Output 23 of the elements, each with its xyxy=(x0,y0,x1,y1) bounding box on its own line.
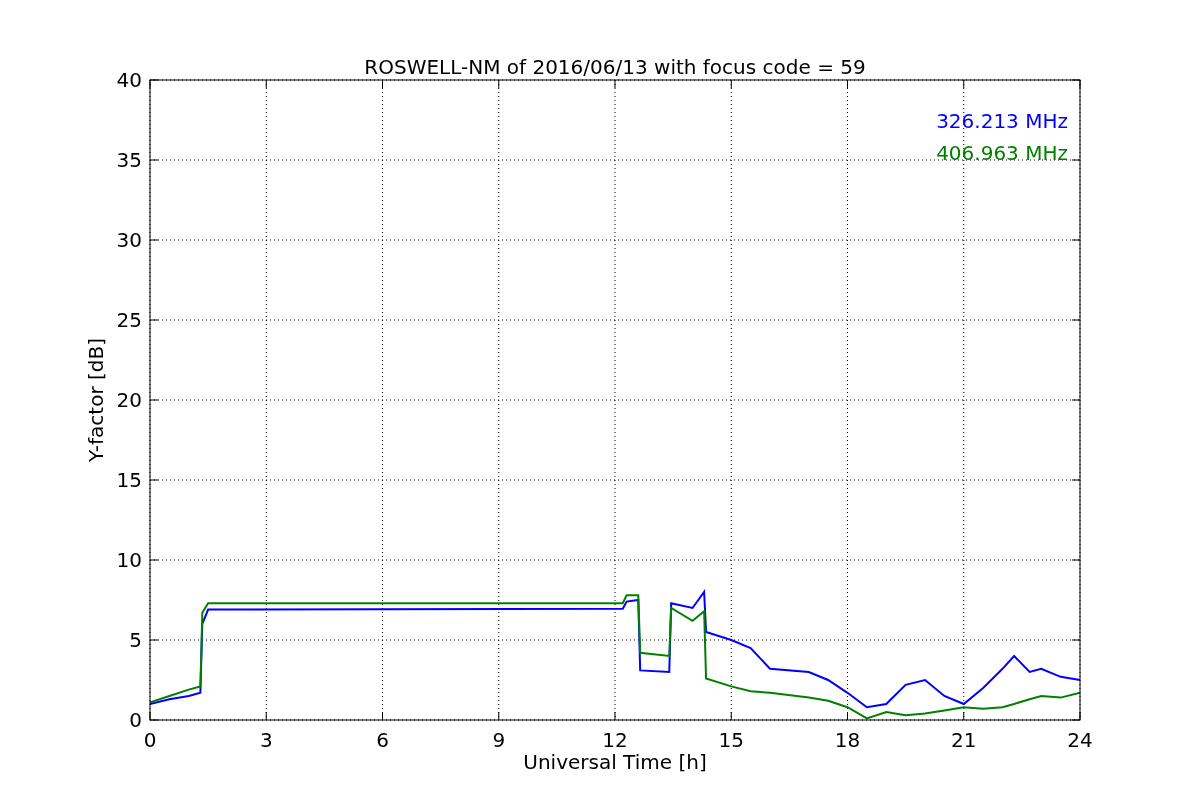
tick-label: 40 xyxy=(116,68,142,92)
tick-label: 21 xyxy=(951,728,977,752)
tick-label: 35 xyxy=(116,148,142,172)
tick-label: 0 xyxy=(129,708,142,732)
tick-label: 30 xyxy=(116,228,142,252)
legend-entry: 406.963 MHz xyxy=(936,141,1068,165)
legend-entry: 326.213 MHz xyxy=(936,109,1068,133)
tick-label: 25 xyxy=(116,308,142,332)
tick-label: 15 xyxy=(718,728,744,752)
tick-label: 10 xyxy=(116,548,142,572)
axis-label: Y-factor [dB] xyxy=(84,338,108,462)
tick-label: 18 xyxy=(834,728,861,752)
axis-label: Universal Time [h] xyxy=(523,750,707,774)
tick-label: 15 xyxy=(116,468,142,492)
tick-label: 0 xyxy=(143,728,157,752)
tick-label: 5 xyxy=(129,628,142,652)
chart-title: ROSWELL-NM of 2016/06/13 with focus code = 59 xyxy=(364,55,866,79)
tick-label: 9 xyxy=(492,728,506,752)
tick-label: 3 xyxy=(259,728,273,752)
tick-label: 6 xyxy=(376,728,389,752)
tick-label: 12 xyxy=(602,728,628,752)
tick-label: 20 xyxy=(116,388,142,412)
tick-label: 24 xyxy=(1067,728,1093,752)
